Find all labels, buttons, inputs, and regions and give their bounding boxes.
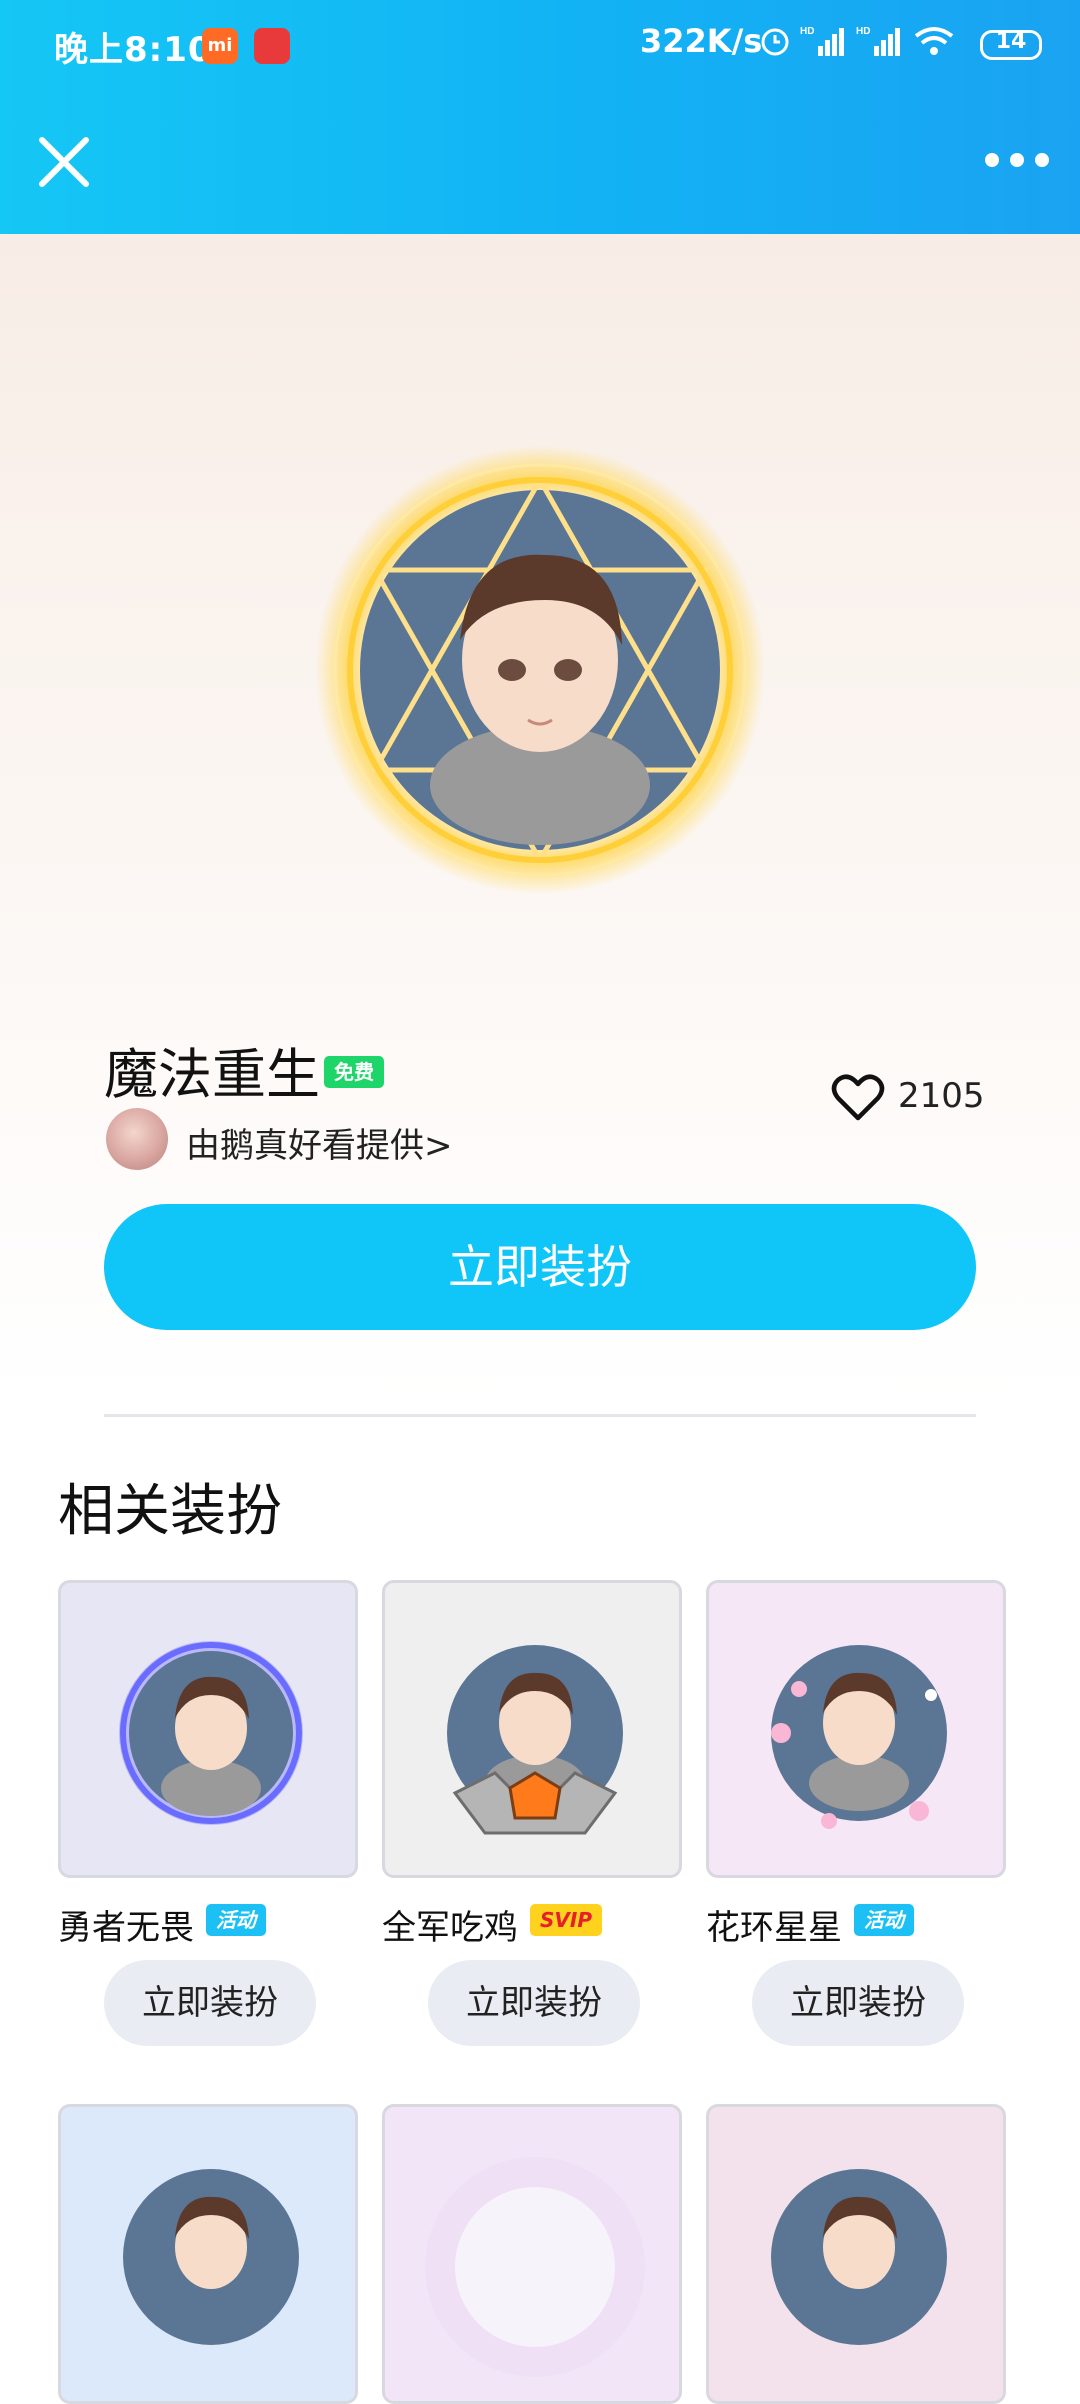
frame-preview-4 (123, 2169, 299, 2345)
related-name-stars: 花环星星 (706, 1908, 842, 1948)
item-title: 魔法重生 (104, 1043, 320, 1106)
battery-icon: 14 (980, 29, 1042, 60)
provider-avatar (106, 1108, 168, 1170)
svg-text:HD: HD (800, 26, 814, 37)
apply-button-brave[interactable]: 立即装扮 (104, 1960, 316, 2046)
notification-app-icon (254, 28, 290, 64)
related-card-4[interactable] (58, 2104, 358, 2404)
divider (104, 1414, 976, 1417)
alarm-icon (761, 28, 789, 56)
status-bar: 晚上8:10 mi 322K/s HD HD 14 (0, 0, 1080, 92)
activity-tag: 活动 (206, 1904, 266, 1936)
frame-preview-5 (425, 2157, 645, 2377)
provider-link[interactable]: 由鹅真好看提供> (186, 1118, 453, 1167)
related-card-brave[interactable] (58, 1580, 358, 1878)
apply-button-stars[interactable]: 立即装扮 (752, 1960, 964, 2046)
more-dots-icon[interactable] (982, 140, 1052, 180)
status-time: 晚上8:10 (54, 30, 213, 70)
pubg-frame-preview (447, 1645, 623, 1835)
frame-preview-6 (771, 2169, 947, 2345)
top-bar: 晚上8:10 mi 322K/s HD HD 14 (0, 0, 1080, 234)
brave-frame-preview (119, 1641, 303, 1825)
related-card-5[interactable] (382, 2104, 682, 2404)
apply-button[interactable]: 立即装扮 (104, 1204, 976, 1330)
avatar-frame-preview (315, 445, 765, 895)
related-section-title: 相关装扮 (58, 1479, 282, 1544)
free-tag: 免费 (324, 1056, 384, 1088)
network-speed: 322K/s (640, 22, 763, 60)
related-card-6[interactable] (706, 2104, 1006, 2404)
close-icon[interactable] (32, 130, 96, 194)
signal-hd-icon: HD (800, 26, 844, 56)
related-card-pubg[interactable] (382, 1580, 682, 1878)
related-name-brave: 勇者无畏 (58, 1908, 194, 1948)
like-count: 2105 (898, 1076, 985, 1116)
activity-tag: 活动 (854, 1904, 914, 1936)
battery-level: 14 (995, 29, 1027, 54)
related-name-pubg: 全军吃鸡 (382, 1908, 518, 1948)
related-card-stars[interactable] (706, 1580, 1006, 1878)
apply-button-pubg[interactable]: 立即装扮 (428, 1960, 640, 2046)
svg-text:HD: HD (856, 26, 870, 37)
wifi-icon (914, 27, 954, 55)
svip-tag: SVIP (530, 1904, 602, 1936)
heart-icon[interactable] (830, 1072, 886, 1124)
stars-frame-preview (771, 1645, 947, 1829)
mi-app-icon: mi (202, 28, 238, 64)
signal-hd-2-icon: HD (856, 26, 900, 56)
